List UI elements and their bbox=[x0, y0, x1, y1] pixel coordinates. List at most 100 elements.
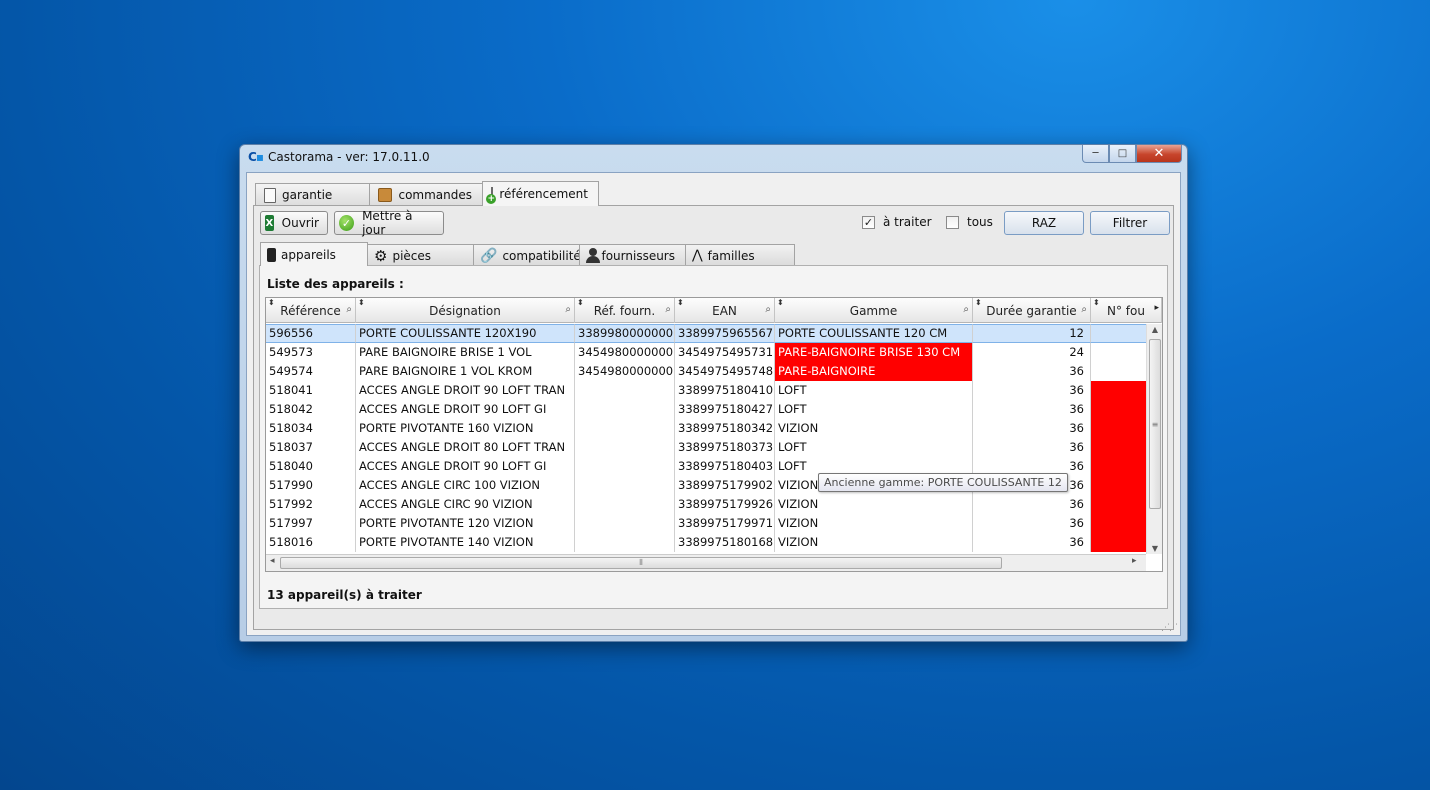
tab-fournisseurs[interactable]: fournisseurs bbox=[579, 244, 686, 266]
cell-ref-fourn[interactable] bbox=[575, 533, 675, 552]
checkbox-checked[interactable]: ✓ bbox=[862, 215, 875, 229]
cell-ean[interactable]: 3389975179902 bbox=[675, 476, 775, 495]
sort-icon[interactable]: ⬍ bbox=[1093, 298, 1100, 307]
cell-designation[interactable]: PORTE PIVOTANTE 140 VIZION bbox=[356, 533, 575, 552]
maximize-button[interactable]: □ bbox=[1109, 145, 1136, 163]
filter-search-icon[interactable]: ⌕ bbox=[565, 304, 571, 315]
column-header-gamme[interactable]: ⬍ Gamme ⌕ bbox=[775, 298, 973, 323]
sort-icon[interactable]: ⬍ bbox=[358, 298, 365, 307]
cell-ean[interactable]: 3454975495731 bbox=[675, 343, 775, 362]
table-row[interactable]: 596556 PORTE COULISSANTE 120X190 338998000… bbox=[266, 324, 1162, 343]
cell-designation[interactable]: ACCES ANGLE DROIT 80 LOFT TRAN bbox=[356, 438, 575, 457]
cell-gamme[interactable]: VIZION bbox=[775, 419, 973, 438]
scroll-right-arrow-icon[interactable]: ▸ bbox=[1154, 303, 1159, 313]
cell-designation[interactable]: PARE BAIGNOIRE 1 VOL KROM bbox=[356, 362, 575, 381]
table-row[interactable]: 549574 PARE BAIGNOIRE 1 VOL KROM 345498000… bbox=[266, 362, 1162, 381]
cell-ref-fourn[interactable] bbox=[575, 457, 675, 476]
table-row[interactable]: 518042 ACCES ANGLE DROIT 90 LOFT GI 338997… bbox=[266, 400, 1162, 419]
filtrer-button[interactable]: Filtrer bbox=[1090, 211, 1170, 235]
cell-duree-garantie[interactable]: 36 bbox=[973, 381, 1091, 400]
cell-reference[interactable]: 517997 bbox=[266, 514, 356, 533]
sort-icon[interactable]: ⬍ bbox=[777, 298, 784, 307]
table-row[interactable]: 518016 PORTE PIVOTANTE 140 VIZION 33899751… bbox=[266, 533, 1162, 552]
cell-ref-fourn[interactable] bbox=[575, 438, 675, 457]
cell-gamme[interactable]: LOFT bbox=[775, 400, 973, 419]
sort-icon[interactable]: ⬍ bbox=[268, 298, 275, 307]
filter-search-icon[interactable]: ⌕ bbox=[963, 304, 969, 315]
tab-compatibilite[interactable]: 🔗 compatibilité bbox=[473, 244, 581, 266]
vertical-scrollbar[interactable]: ▲ ≡ ▼ bbox=[1146, 324, 1162, 554]
appareils-table[interactable]: ⬍ Référence ⌕ ⬍ Désignation ⌕ ⬍ Réf. fou… bbox=[265, 297, 1163, 572]
cell-reference[interactable]: 518040 bbox=[266, 457, 356, 476]
cell-designation[interactable]: PORTE COULISSANTE 120X190 bbox=[356, 324, 575, 343]
cell-ref-fourn[interactable] bbox=[575, 381, 675, 400]
cell-ean[interactable]: 3389975180342 bbox=[675, 419, 775, 438]
cell-reference[interactable]: 518034 bbox=[266, 419, 356, 438]
column-header-ean[interactable]: ⬍ EAN ⌕ bbox=[675, 298, 775, 323]
cell-reference[interactable]: 518016 bbox=[266, 533, 356, 552]
cell-ref-fourn[interactable]: 3454980000000 bbox=[575, 343, 675, 362]
cell-ref-fourn[interactable] bbox=[575, 476, 675, 495]
tab-commandes[interactable]: commandes bbox=[369, 183, 483, 206]
vertical-scroll-thumb[interactable]: ≡ bbox=[1149, 339, 1161, 509]
cell-gamme[interactable]: VIZION bbox=[775, 533, 973, 552]
raz-button[interactable]: RAZ bbox=[1004, 211, 1084, 235]
sort-icon[interactable]: ⬍ bbox=[677, 298, 684, 307]
cell-designation[interactable]: ACCES ANGLE DROIT 90 LOFT GI bbox=[356, 400, 575, 419]
horizontal-scrollbar[interactable]: ◂ ⦀ ▸ bbox=[266, 554, 1146, 571]
table-row[interactable]: 518041 ACCES ANGLE DROIT 90 LOFT TRAN 3389… bbox=[266, 381, 1162, 400]
cell-ref-fourn[interactable] bbox=[575, 495, 675, 514]
cell-duree-garantie[interactable]: 12 bbox=[973, 324, 1091, 343]
checkbox-unchecked[interactable] bbox=[946, 215, 959, 229]
title-bar[interactable]: C▪ Castorama - ver: 17.0.11.0 ─ □ ✕ bbox=[240, 145, 1187, 171]
table-row[interactable]: 517997 PORTE PIVOTANTE 120 VIZION 33899751… bbox=[266, 514, 1162, 533]
table-row[interactable]: 518037 ACCES ANGLE DROIT 80 LOFT TRAN 3389… bbox=[266, 438, 1162, 457]
scroll-up-arrow-icon[interactable]: ▲ bbox=[1147, 325, 1162, 334]
column-header-reference[interactable]: ⬍ Référence ⌕ bbox=[266, 298, 356, 323]
cell-ref-fourn[interactable] bbox=[575, 400, 675, 419]
update-button[interactable]: ✓ Mettre à jour bbox=[334, 209, 444, 237]
sort-icon[interactable]: ⬍ bbox=[975, 298, 982, 307]
filter-search-icon[interactable]: ⌕ bbox=[346, 304, 352, 315]
column-header-ref-fourn[interactable]: ⬍ Réf. fourn. ⌕ bbox=[575, 298, 675, 323]
cell-reference[interactable]: 596556 bbox=[266, 324, 356, 343]
cell-designation[interactable]: PORTE PIVOTANTE 120 VIZION bbox=[356, 514, 575, 533]
cell-ref-fourn[interactable] bbox=[575, 514, 675, 533]
open-button[interactable]: X Ouvrir bbox=[260, 211, 328, 235]
column-header-designation[interactable]: ⬍ Désignation ⌕ bbox=[356, 298, 575, 323]
cell-gamme[interactable]: PARE-BAIGNOIRE bbox=[775, 362, 973, 381]
cell-designation[interactable]: ACCES ANGLE CIRC 100 VIZION bbox=[356, 476, 575, 495]
tab-familles[interactable]: ⋀ familles bbox=[685, 244, 795, 266]
tab-pieces[interactable]: ⚙ pièces bbox=[367, 244, 474, 266]
cell-gamme[interactable]: PARE-BAIGNOIRE BRISE 130 CM bbox=[775, 343, 973, 362]
sort-icon[interactable]: ⬍ bbox=[577, 298, 584, 307]
column-header-duree-garantie[interactable]: ⬍ Durée garantie ⌕ bbox=[973, 298, 1091, 323]
scroll-left-arrow-icon[interactable]: ◂ bbox=[270, 556, 275, 566]
cell-ref-fourn[interactable] bbox=[575, 419, 675, 438]
cell-reference[interactable]: 518037 bbox=[266, 438, 356, 457]
cell-duree-garantie[interactable]: 36 bbox=[973, 495, 1091, 514]
cell-duree-garantie[interactable]: 36 bbox=[973, 533, 1091, 552]
filter-search-icon[interactable]: ⌕ bbox=[765, 304, 771, 315]
cell-designation[interactable]: ACCES ANGLE DROIT 90 LOFT GI bbox=[356, 457, 575, 476]
a-traiter-checkbox[interactable]: ✓ à traiter bbox=[862, 215, 932, 229]
tous-checkbox[interactable]: tous bbox=[946, 215, 993, 229]
cell-duree-garantie[interactable]: 24 bbox=[973, 343, 1091, 362]
cell-ean[interactable]: 3389975180168 bbox=[675, 533, 775, 552]
filter-search-icon[interactable]: ⌕ bbox=[1081, 304, 1087, 315]
horizontal-scroll-thumb[interactable]: ⦀ bbox=[280, 557, 1002, 569]
cell-duree-garantie[interactable]: 36 bbox=[973, 419, 1091, 438]
cell-gamme[interactable]: VIZION bbox=[775, 495, 973, 514]
cell-gamme[interactable]: LOFT bbox=[775, 381, 973, 400]
cell-designation[interactable]: PORTE PIVOTANTE 160 VIZION bbox=[356, 419, 575, 438]
cell-ean[interactable]: 3389975179971 bbox=[675, 514, 775, 533]
cell-designation[interactable]: ACCES ANGLE CIRC 90 VIZION bbox=[356, 495, 575, 514]
cell-duree-garantie[interactable]: 36 bbox=[973, 438, 1091, 457]
scroll-right-arrow-icon[interactable]: ▸ bbox=[1132, 556, 1137, 566]
column-header-no-fournisseur[interactable]: ⬍ N° fou ▸ bbox=[1091, 298, 1162, 323]
filter-search-icon[interactable]: ⌕ bbox=[665, 304, 671, 315]
table-row[interactable]: 518034 PORTE PIVOTANTE 160 VIZION 33899751… bbox=[266, 419, 1162, 438]
tab-referencement[interactable]: + référencement bbox=[482, 181, 599, 206]
cell-reference[interactable]: 549574 bbox=[266, 362, 356, 381]
cell-duree-garantie[interactable]: 36 bbox=[973, 362, 1091, 381]
